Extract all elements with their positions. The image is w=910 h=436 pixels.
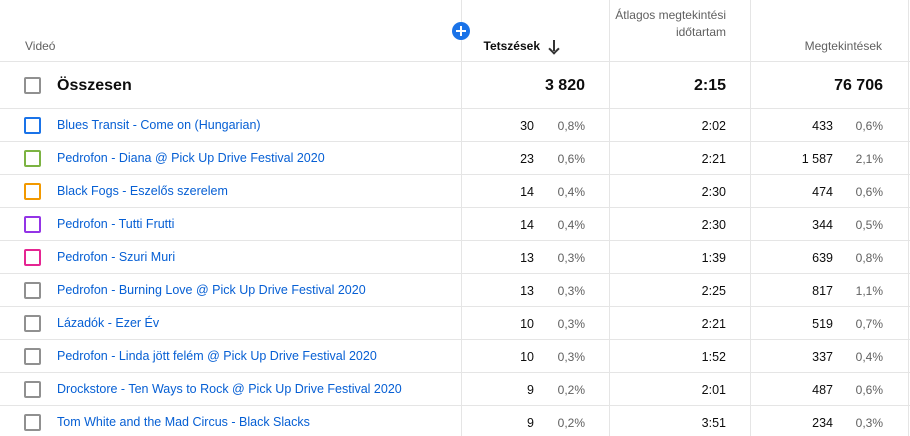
row-avg-duration: 2:25 bbox=[701, 284, 726, 298]
video-title-link[interactable]: Lázadók - Ezer Év bbox=[57, 316, 159, 330]
row-likes: 30 bbox=[520, 119, 534, 133]
row-avg-duration: 2:01 bbox=[701, 383, 726, 397]
row-views: 817 bbox=[812, 284, 833, 298]
row-avg-duration: 2:30 bbox=[701, 218, 726, 232]
row-checkbox[interactable] bbox=[24, 381, 41, 398]
column-header-views[interactable]: Megtekintések bbox=[805, 39, 882, 53]
row-likes-percent: 0,3% bbox=[557, 350, 585, 364]
video-title-link[interactable]: Blues Transit - Come on (Hungarian) bbox=[57, 118, 261, 132]
row-checkbox[interactable] bbox=[24, 414, 41, 431]
add-metric-icon[interactable] bbox=[452, 22, 470, 40]
row-views: 433 bbox=[812, 119, 833, 133]
row-likes: 13 bbox=[520, 251, 534, 265]
row-avg-duration: 2:30 bbox=[701, 185, 726, 199]
row-likes-percent: 0,3% bbox=[557, 284, 585, 298]
total-avg-duration: 2:15 bbox=[693, 77, 726, 94]
row-likes-percent: 0,4% bbox=[557, 218, 585, 232]
row-views: 1 587 bbox=[801, 152, 833, 166]
row-likes-percent: 0,2% bbox=[557, 416, 585, 430]
column-header-avg-duration[interactable]: Átlagos megtekintési időtartam bbox=[610, 7, 726, 40]
row-views: 337 bbox=[812, 350, 833, 364]
row-views: 487 bbox=[812, 383, 833, 397]
row-likes: 13 bbox=[520, 284, 534, 298]
row-likes: 10 bbox=[520, 350, 534, 364]
column-header-likes-label: Tetszések bbox=[483, 39, 540, 53]
table-row: Lázadók - Ezer Év 10 0,3% 2:21 519 0,7% bbox=[0, 307, 910, 340]
table-row: Pedrofon - Tutti Frutti 14 0,4% 2:30 344 0,5% bbox=[0, 208, 910, 241]
row-views-percent: 0,6% bbox=[855, 119, 883, 133]
row-likes: 10 bbox=[520, 317, 534, 331]
table-header: Videó Tetszések Átlagos megtekintési idő… bbox=[0, 0, 910, 62]
row-likes-percent: 0,3% bbox=[557, 251, 585, 265]
column-header-likes[interactable]: Tetszések bbox=[484, 39, 560, 53]
row-views-percent: 0,3% bbox=[855, 416, 883, 430]
video-title-link[interactable]: Tom White and the Mad Circus - Black Sla… bbox=[57, 415, 310, 429]
row-views-percent: 2,1% bbox=[855, 152, 883, 166]
row-avg-duration: 2:21 bbox=[701, 152, 726, 166]
column-header-video: Videó bbox=[25, 39, 56, 53]
video-title-link[interactable]: Pedrofon - Diana @ Pick Up Drive Festiva… bbox=[57, 151, 325, 165]
table-row: Pedrofon - Burning Love @ Pick Up Drive … bbox=[0, 274, 910, 307]
select-all-checkbox[interactable] bbox=[24, 77, 41, 94]
row-views-percent: 1,1% bbox=[855, 284, 883, 298]
table-row: Drockstore - Ten Ways to Rock @ Pick Up … bbox=[0, 373, 910, 406]
video-title-link[interactable]: Drockstore - Ten Ways to Rock @ Pick Up … bbox=[57, 382, 402, 396]
row-checkbox[interactable] bbox=[24, 117, 41, 134]
row-likes-percent: 0,8% bbox=[557, 119, 585, 133]
row-views: 474 bbox=[812, 185, 833, 199]
row-checkbox[interactable] bbox=[24, 249, 41, 266]
total-row: Összesen 3 820 2:15 76 706 bbox=[0, 62, 910, 109]
row-likes: 9 bbox=[527, 416, 534, 430]
row-views: 519 bbox=[812, 317, 833, 331]
table-row: Black Fogs - Eszelős szerelem 14 0,4% 2:30 4… bbox=[0, 175, 910, 208]
row-checkbox[interactable] bbox=[24, 315, 41, 332]
row-likes: 9 bbox=[527, 383, 534, 397]
row-checkbox[interactable] bbox=[24, 216, 41, 233]
total-likes: 3 820 bbox=[544, 77, 585, 94]
row-avg-duration: 2:21 bbox=[701, 317, 726, 331]
table-row: Pedrofon - Linda jött felém @ Pick Up Dr… bbox=[0, 340, 910, 373]
row-views: 639 bbox=[812, 251, 833, 265]
row-views-percent: 0,4% bbox=[855, 350, 883, 364]
video-title-link[interactable]: Pedrofon - Linda jött felém @ Pick Up Dr… bbox=[57, 349, 377, 363]
video-title-link[interactable]: Black Fogs - Eszelős szerelem bbox=[57, 184, 228, 198]
row-views-percent: 0,5% bbox=[855, 218, 883, 232]
table-row: Blues Transit - Come on (Hungarian) 30 0,8… bbox=[0, 109, 910, 142]
sort-descending-arrow-icon bbox=[548, 39, 560, 53]
total-label: Összesen bbox=[57, 77, 132, 94]
row-likes: 23 bbox=[520, 152, 534, 166]
row-checkbox[interactable] bbox=[24, 183, 41, 200]
row-likes-percent: 0,2% bbox=[557, 383, 585, 397]
row-likes-percent: 0,4% bbox=[557, 185, 585, 199]
row-views-percent: 0,8% bbox=[855, 251, 883, 265]
row-checkbox[interactable] bbox=[24, 150, 41, 167]
row-checkbox[interactable] bbox=[24, 348, 41, 365]
table-row: Pedrofon - Diana @ Pick Up Drive Festiva… bbox=[0, 142, 910, 175]
video-title-link[interactable]: Pedrofon - Szuri Muri bbox=[57, 250, 175, 264]
video-title-link[interactable]: Pedrofon - Burning Love @ Pick Up Drive … bbox=[57, 283, 366, 297]
row-checkbox[interactable] bbox=[24, 282, 41, 299]
row-avg-duration: 3:51 bbox=[701, 416, 726, 430]
row-likes-percent: 0,6% bbox=[557, 152, 585, 166]
row-likes-percent: 0,3% bbox=[557, 317, 585, 331]
analytics-table: Videó Tetszések Átlagos megtekintési idő… bbox=[0, 0, 910, 436]
total-views: 76 706 bbox=[834, 77, 883, 94]
row-views: 234 bbox=[812, 416, 833, 430]
row-views-percent: 0,7% bbox=[855, 317, 883, 331]
table-row: Tom White and the Mad Circus - Black Sla… bbox=[0, 406, 910, 436]
row-views-percent: 0,6% bbox=[855, 383, 883, 397]
video-title-link[interactable]: Pedrofon - Tutti Frutti bbox=[57, 217, 174, 231]
row-avg-duration: 2:02 bbox=[701, 119, 726, 133]
row-likes: 14 bbox=[520, 185, 534, 199]
row-views: 344 bbox=[812, 218, 833, 232]
table-row: Pedrofon - Szuri Muri 13 0,3% 1:39 639 0,8% bbox=[0, 241, 910, 274]
row-likes: 14 bbox=[520, 218, 534, 232]
row-avg-duration: 1:39 bbox=[701, 251, 726, 265]
row-views-percent: 0,6% bbox=[855, 185, 883, 199]
row-avg-duration: 1:52 bbox=[701, 350, 726, 364]
